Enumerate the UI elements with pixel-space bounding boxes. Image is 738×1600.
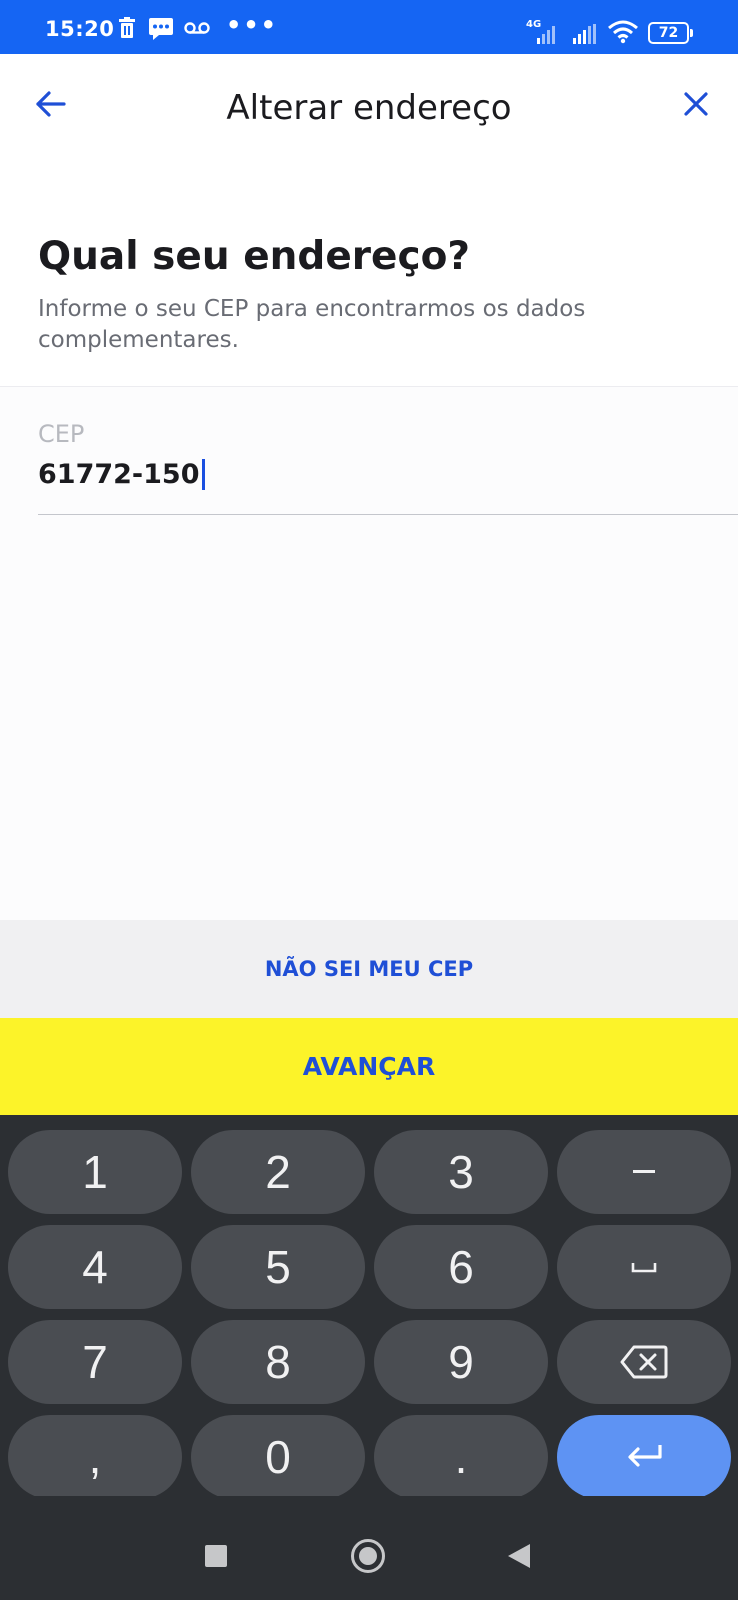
key-9[interactable]: 9	[374, 1320, 548, 1404]
text-cursor	[201, 459, 205, 490]
signal-icon-2	[572, 24, 598, 48]
key-2[interactable]: 2	[191, 1130, 365, 1214]
cep-input[interactable]: 61772-150	[38, 459, 205, 490]
trash-icon	[118, 17, 136, 43]
advance-label: AVANÇAR	[302, 1052, 436, 1081]
key-4[interactable]: 4	[8, 1225, 182, 1309]
voicemail-icon	[184, 20, 210, 39]
key-6[interactable]: 6	[374, 1225, 548, 1309]
section-description: Informe o seu CEP para encontrarmos os d…	[38, 296, 586, 353]
dash-icon	[633, 1170, 655, 1173]
cep-input-underline	[38, 514, 738, 515]
top-app-bar: Alterar endereço	[0, 54, 738, 164]
home-button[interactable]	[351, 1539, 385, 1573]
key-3[interactable]: 3	[374, 1130, 548, 1214]
wifi-icon	[608, 20, 638, 48]
key-comma[interactable]: ,	[8, 1415, 182, 1499]
key-1[interactable]: 1	[8, 1130, 182, 1214]
section-heading: Qual seu endereço?	[38, 234, 470, 279]
advance-button[interactable]: AVANÇAR	[0, 1018, 738, 1115]
cep-field-label: CEP	[38, 420, 85, 448]
page-title: Alterar endereço	[226, 88, 512, 128]
signal-icon-1	[536, 24, 560, 48]
divider	[0, 386, 738, 387]
key-dash[interactable]	[557, 1130, 731, 1214]
dont-know-cep-label: NÃO SEI MEU CEP	[264, 957, 474, 981]
battery-indicator: 72	[648, 22, 693, 44]
system-back-button[interactable]	[508, 1544, 530, 1568]
enter-icon	[628, 1445, 662, 1467]
numeric-keyboard: 1 2 3 4 5 6 7 8 9 , 0 .	[0, 1115, 738, 1499]
intro-section: Qual seu endereço? Informe o seu CEP par…	[0, 164, 738, 386]
close-button[interactable]	[678, 86, 722, 130]
space-icon	[631, 1263, 657, 1273]
status-bar: 15:20 ••• 4G 72	[0, 0, 738, 54]
key-enter[interactable]	[557, 1415, 731, 1499]
key-5[interactable]: 5	[191, 1225, 365, 1309]
more-notifications-icon: •••	[226, 11, 279, 39]
backspace-icon	[620, 1345, 668, 1379]
key-0[interactable]: 0	[191, 1415, 365, 1499]
message-icon	[148, 17, 174, 45]
key-7[interactable]: 7	[8, 1320, 182, 1404]
cep-input-value: 61772-150	[38, 459, 200, 490]
close-icon	[684, 92, 708, 116]
key-space[interactable]	[557, 1225, 731, 1309]
key-8[interactable]: 8	[191, 1320, 365, 1404]
key-backspace[interactable]	[557, 1320, 731, 1404]
key-period[interactable]: .	[374, 1415, 548, 1499]
dont-know-cep-button[interactable]: NÃO SEI MEU CEP	[0, 920, 738, 1018]
recents-button[interactable]	[205, 1545, 227, 1567]
status-time: 15:20	[45, 17, 115, 41]
